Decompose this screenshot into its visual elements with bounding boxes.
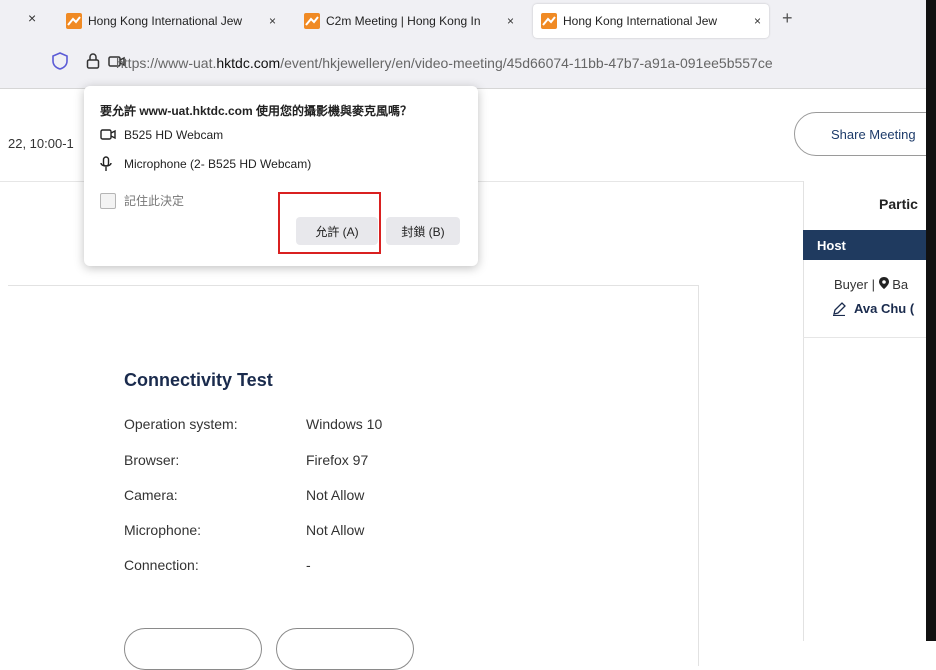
tab-title: C2m Meeting | Hong Kong In: [326, 14, 481, 28]
shield-icon[interactable]: [52, 52, 68, 75]
tab-title: Hong Kong International Jew: [563, 14, 718, 28]
browser-tab-3-active[interactable]: Hong Kong International Jew ×: [533, 4, 769, 38]
browser-tab-1[interactable]: Hong Kong International Jew ×: [58, 6, 284, 36]
host-label: Host: [817, 237, 846, 253]
hktdc-favicon-icon: [66, 13, 82, 29]
action-button-1[interactable]: [124, 628, 262, 670]
host-name: Ava Chu (: [854, 301, 915, 316]
new-tab-button[interactable]: +: [782, 8, 793, 29]
microphone-icon: [100, 156, 116, 172]
lock-icon[interactable]: [86, 52, 100, 75]
address-bar[interactable]: https://www-uat.hktdc.com/event/hkjewell…: [0, 40, 936, 89]
url-path: /event/hkjewellery/en/video-meeting/45d6…: [280, 55, 773, 71]
allow-button-highlight: [278, 192, 381, 254]
tab-close-icon[interactable]: ×: [507, 14, 514, 28]
camera-icon: [100, 128, 116, 142]
hktdc-favicon-icon: [541, 13, 557, 29]
block-button[interactable]: 封鎖 (B): [386, 217, 460, 245]
host-participant: Ava Chu (: [832, 301, 914, 316]
microphone-label: Microphone:: [124, 522, 202, 538]
action-button-2[interactable]: [276, 628, 414, 670]
tab-title: Hong Kong International Jew: [88, 14, 243, 28]
camera-value: Not Allow: [306, 487, 365, 503]
camera-device-label: B525 HD Webcam: [124, 128, 224, 142]
share-meeting-button[interactable]: Share Meeting: [794, 112, 936, 156]
participants-title: Partic: [879, 196, 918, 212]
connectivity-card: [8, 285, 699, 666]
browser-label: Browser:: [124, 452, 180, 468]
browser-tab-bar: × Hong Kong International Jew × C2m Meet…: [0, 0, 936, 40]
url-prefix: https://www-uat.: [116, 55, 217, 71]
camera-label: Camera:: [124, 487, 178, 503]
remember-decision[interactable]: 記住此決定: [100, 192, 184, 209]
hktdc-favicon-icon: [304, 13, 320, 29]
close-tab-icon[interactable]: ×: [28, 10, 36, 26]
right-edge-border: [926, 0, 936, 641]
location-pin-icon: [878, 277, 893, 292]
buyer-info: Buyer | Ba: [834, 277, 908, 292]
url-domain: hktdc.com: [216, 55, 281, 71]
tab-close-icon[interactable]: ×: [754, 14, 761, 28]
tab-close-icon[interactable]: ×: [269, 14, 276, 28]
url-text: https://www-uat.hktdc.com/event/hkjewell…: [116, 55, 773, 71]
block-label: 封鎖 (B): [401, 224, 445, 239]
microphone-device: Microphone (2- B525 HD Webcam): [100, 156, 311, 172]
camera-device: B525 HD Webcam: [100, 128, 223, 142]
participants-divider: [803, 337, 936, 338]
edit-pencil-icon[interactable]: [832, 301, 846, 316]
buyer-location: Ba: [892, 277, 909, 292]
microphone-value: Not Allow: [306, 522, 365, 538]
buyer-role: Buyer |: [834, 277, 879, 292]
share-meeting-label: Share Meeting: [831, 126, 916, 142]
connection-label: Connection:: [124, 557, 199, 573]
microphone-device-label: Microphone (2- B525 HD Webcam): [124, 157, 312, 171]
remember-checkbox[interactable]: [100, 192, 116, 209]
host-section-header: Host: [803, 230, 936, 260]
connection-value: -: [306, 557, 311, 573]
meeting-date-time: 22, 10:00-1: [8, 136, 74, 151]
remember-label: 記住此決定: [124, 194, 185, 208]
os-label: Operation system:: [124, 416, 238, 432]
connectivity-title: Connectivity Test: [124, 370, 273, 390]
browser-value: Firefox 97: [306, 452, 369, 468]
popup-title: 要允許 www-uat.hktdc.com 使用您的攝影機與麥克風嗎？: [100, 104, 413, 118]
browser-tab-2[interactable]: C2m Meeting | Hong Kong In ×: [296, 6, 522, 36]
os-value: Windows 10: [306, 416, 383, 432]
